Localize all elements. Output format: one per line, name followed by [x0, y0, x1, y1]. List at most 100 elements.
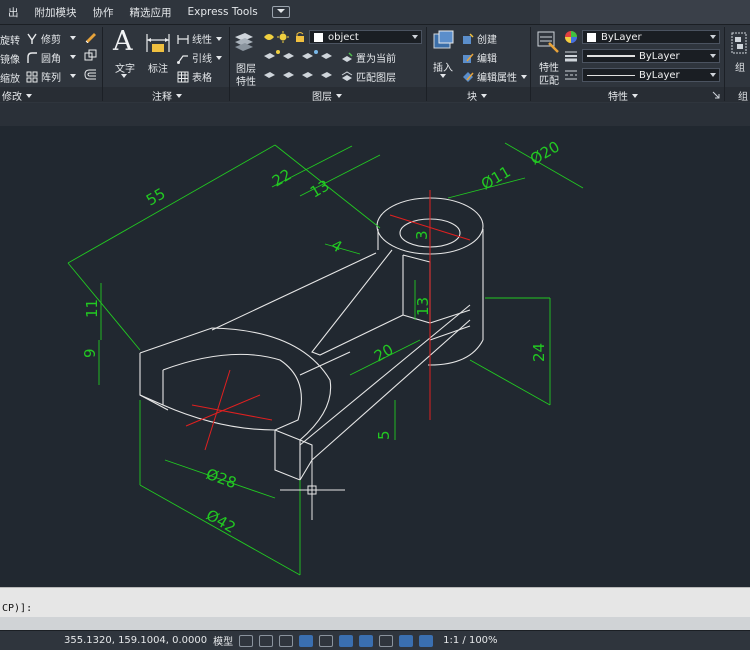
dim-5-text: 5 — [375, 430, 393, 440]
lineweight-dropdown[interactable]: ByLayer — [582, 49, 720, 63]
object-snap-tracking-icon[interactable] — [339, 634, 354, 647]
isodraft-toggle-icon[interactable] — [319, 634, 334, 647]
edit-attributes-dropdown-icon[interactable] — [521, 74, 527, 80]
model-space-button[interactable]: 模型 — [213, 633, 233, 648]
command-input-line[interactable] — [0, 617, 750, 630]
crosshair-cursor — [280, 460, 345, 520]
dim-11-text: 11 — [83, 299, 101, 318]
layer-tools-row-2[interactable] — [263, 68, 343, 81]
text-icon[interactable]: A — [113, 27, 133, 57]
annotation-scale[interactable]: 1:1 / 100% — [443, 635, 497, 646]
layers-panel-label[interactable]: 图层 — [312, 88, 342, 103]
fillet-dropdown-icon[interactable] — [70, 54, 76, 60]
mirror-label: 镜像 — [0, 55, 20, 66]
linetype-dropdown[interactable]: ByLayer — [582, 68, 720, 82]
layer-properties-icon[interactable] — [233, 29, 255, 53]
array-button[interactable]: 阵列 — [26, 69, 61, 84]
color-dropdown[interactable]: ByLayer — [582, 30, 720, 44]
edit-attributes-button[interactable]: 编辑属性 — [462, 69, 527, 84]
properties-panel-label[interactable]: 特性 — [608, 88, 638, 103]
auto-scale-icon[interactable] — [419, 634, 434, 647]
offset-icon[interactable] — [84, 68, 97, 81]
dimension-button-label[interactable]: 标注 — [148, 60, 168, 75]
set-current-button[interactable]: 置为当前 — [341, 50, 396, 65]
lineweight-icon[interactable] — [564, 50, 578, 62]
polar-toggle-icon[interactable] — [299, 634, 314, 647]
layers-panel-expand-icon — [336, 94, 342, 101]
menu-item-output[interactable]: 出 — [0, 5, 27, 20]
dim-20-text: 20 — [371, 340, 397, 365]
layer-dropdown[interactable]: object — [309, 30, 422, 44]
leader-dropdown-icon[interactable] — [216, 55, 222, 61]
status-bar: 355.1320, 159.1004, 0.0000 模型 1:1 / 100% — [0, 630, 750, 650]
group-icon[interactable] — [730, 31, 748, 55]
menu-item-collaborate[interactable]: 协作 — [85, 5, 122, 20]
erase-icon[interactable] — [84, 30, 97, 43]
menu-item-addins[interactable]: 附加模块 — [27, 5, 85, 20]
linear-dim-icon — [177, 34, 189, 44]
array-label: 阵列 — [41, 73, 61, 84]
insert-block-label[interactable]: 插入 — [433, 59, 453, 74]
block-panel-expand-icon — [481, 94, 487, 101]
table-icon — [177, 71, 189, 82]
menu-item-express-tools[interactable]: Express Tools — [180, 6, 266, 18]
insert-dropdown-icon[interactable] — [440, 73, 446, 79]
trim-dropdown-icon[interactable] — [70, 35, 76, 41]
file-tab-strip — [0, 103, 750, 126]
layer-state-icons[interactable] — [263, 31, 309, 43]
arm-lower-edge-2 — [299, 304, 471, 446]
dimension-icon[interactable] — [145, 30, 171, 56]
annotation-visibility-icon[interactable] — [399, 634, 414, 647]
linetype-icon[interactable] — [564, 69, 578, 81]
properties-dialog-launcher-icon[interactable] — [712, 91, 720, 99]
dim-4-text: 4 — [328, 236, 345, 256]
dim-13b-text: 13 — [414, 297, 432, 316]
lineweight-toggle-icon[interactable] — [379, 634, 394, 647]
dim-dia11-text: Ø11 — [478, 162, 514, 193]
annotation-panel-label[interactable]: 注释 — [152, 88, 182, 103]
ribbon-toggle-dropdown[interactable] — [271, 6, 290, 18]
trim-button[interactable]: 修剪 — [26, 31, 61, 46]
fillet-button[interactable]: 圆角 — [26, 50, 61, 65]
menu-item-featured-apps[interactable]: 精选应用 — [122, 5, 180, 20]
match-layer-button[interactable]: 匹配图层 — [341, 69, 396, 84]
drawing-svg[interactable]: 55 22 13 Ø20 Ø11 4 3 11 9 13 20 24 5 Ø28… — [0, 126, 750, 587]
copy-icon[interactable] — [84, 49, 97, 62]
insert-block-icon[interactable] — [431, 29, 455, 53]
dim-55-line — [67, 144, 276, 264]
create-block-button[interactable]: 创建 — [462, 31, 497, 46]
coordinates-readout[interactable]: 355.1320, 159.1004, 0.0000 — [64, 635, 207, 646]
leader-button[interactable]: 引线 — [177, 50, 222, 65]
group-label[interactable]: 组 — [735, 59, 745, 74]
drawing-canvas[interactable]: 55 22 13 Ø20 Ø11 4 3 11 9 13 20 24 5 Ø28… — [0, 126, 750, 587]
match-properties-icon[interactable] — [536, 29, 560, 53]
table-button[interactable]: 表格 — [177, 69, 212, 84]
rotate-button[interactable]: 旋转 — [0, 32, 20, 47]
mirror-button[interactable]: 镜像 — [0, 51, 20, 66]
modify-panel-label[interactable]: 修改 — [2, 88, 32, 103]
fillet-icon — [27, 51, 37, 63]
grid-toggle-icon[interactable] — [239, 634, 254, 647]
layer-properties-label-2[interactable]: 特性 — [236, 73, 256, 88]
layer-tools-row-1[interactable] — [263, 49, 343, 62]
object-snap-icon[interactable] — [359, 634, 374, 647]
dimension-lines — [67, 142, 584, 576]
linear-dropdown-icon[interactable] — [216, 36, 222, 42]
array-dropdown-icon[interactable] — [70, 73, 76, 79]
snap-toggle-icon[interactable] — [259, 634, 274, 647]
color-wheel-icon[interactable] — [564, 30, 578, 44]
dim-55-text: 55 — [143, 184, 169, 209]
scale-button[interactable]: 缩放 — [0, 70, 20, 85]
base-plate-hole-side — [162, 370, 276, 431]
block-panel-label[interactable]: 块 — [467, 88, 487, 103]
ortho-toggle-icon[interactable] — [279, 634, 294, 647]
arm-top-edge — [211, 252, 377, 331]
group-panel-label[interactable]: 组 — [738, 88, 748, 103]
edit-block-button[interactable]: 编辑 — [462, 50, 497, 65]
separator — [426, 27, 427, 101]
separator — [229, 27, 230, 101]
scale-label: 缩放 — [0, 74, 20, 85]
linear-button[interactable]: 线性 — [177, 31, 222, 46]
match-properties-label-2[interactable]: 匹配 — [539, 72, 559, 87]
text-dropdown-icon[interactable] — [121, 73, 127, 79]
